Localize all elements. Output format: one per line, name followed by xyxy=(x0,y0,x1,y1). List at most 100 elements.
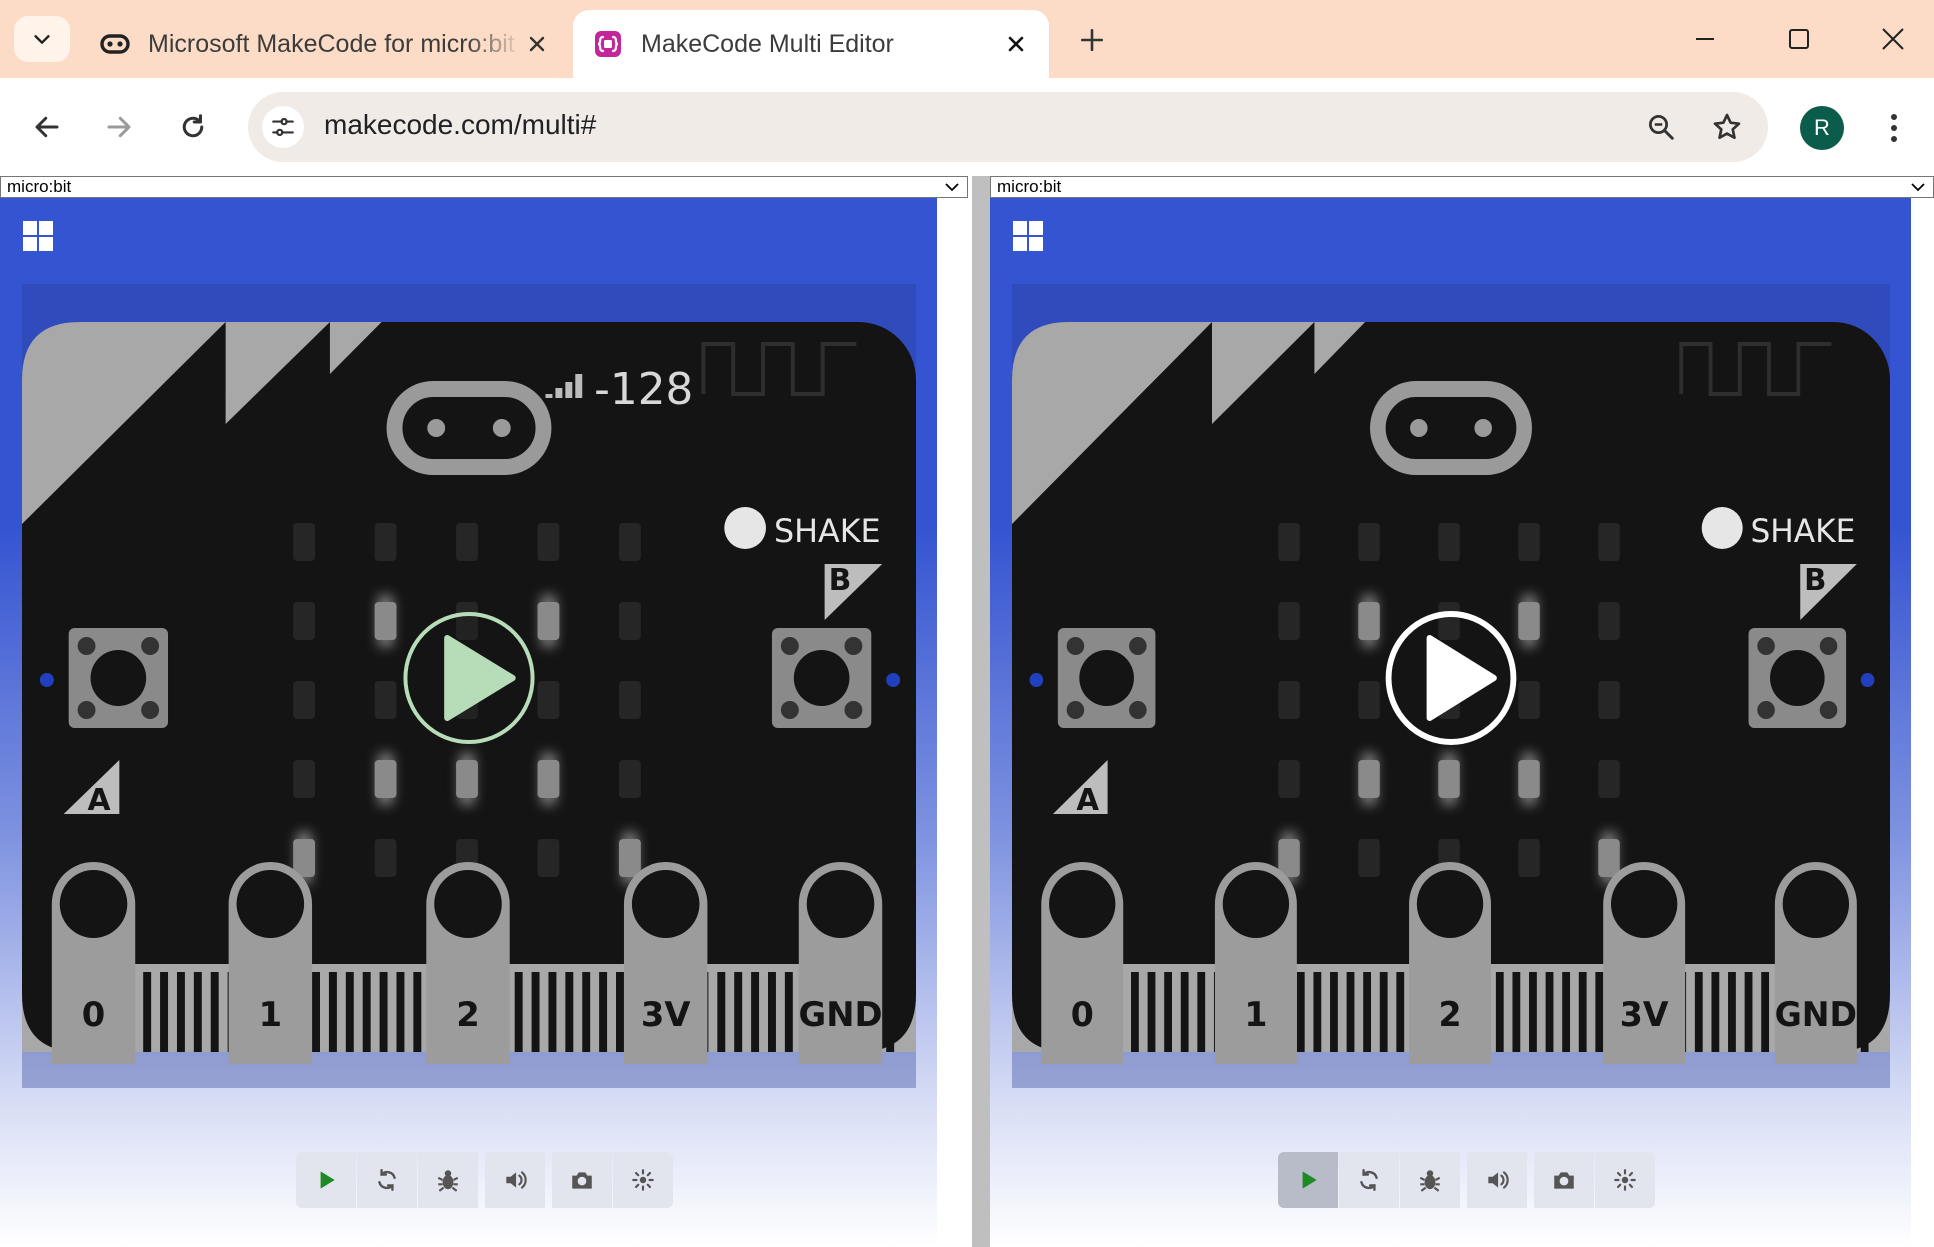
minimize-button[interactable] xyxy=(1680,18,1730,60)
mute-button[interactable] xyxy=(485,1152,545,1208)
edge-strip xyxy=(582,972,591,1052)
led-on xyxy=(1518,602,1540,640)
tab-search-button[interactable] xyxy=(14,16,70,62)
restart-button[interactable] xyxy=(357,1152,417,1208)
fullscreen-button[interactable] xyxy=(1595,1152,1655,1208)
led-off xyxy=(618,681,641,719)
maximize-button[interactable] xyxy=(1774,18,1824,60)
microbit-svg[interactable]: SHAKE A B 0 1 2 3V GND xyxy=(1012,284,1890,1088)
debug-icon xyxy=(437,1170,459,1192)
new-tab-button[interactable] xyxy=(1072,20,1112,60)
bookmark-star-icon[interactable] xyxy=(1706,106,1748,148)
zoom-icon[interactable] xyxy=(1640,106,1682,148)
pin-label: 0 xyxy=(82,995,105,1034)
debug-button[interactable] xyxy=(1400,1152,1460,1208)
tab-microbit[interactable]: Microsoft MakeCode for micro:bit xyxy=(80,10,570,78)
microbit-svg[interactable]: -128 SHAKE A B 0 1 2 3V GND xyxy=(22,284,916,1088)
pin-gnd[interactable]: GND xyxy=(1775,862,1858,1064)
edge-strip xyxy=(548,972,557,1052)
restart-icon xyxy=(378,1169,396,1191)
pane-splitter[interactable] xyxy=(972,176,990,1247)
more-menu-icon[interactable] xyxy=(1880,106,1908,150)
shake-indicator[interactable] xyxy=(1701,507,1743,549)
shake-indicator[interactable] xyxy=(724,507,767,549)
back-button[interactable] xyxy=(24,104,70,150)
forward-button[interactable] xyxy=(96,104,142,150)
pin-hole xyxy=(236,870,305,938)
edge-strip xyxy=(1180,972,1189,1052)
reload-button[interactable] xyxy=(170,104,216,150)
target-select-value: micro:bit xyxy=(997,177,1062,196)
close-icon[interactable] xyxy=(522,29,552,59)
pin-gnd[interactable]: GND xyxy=(799,862,883,1064)
screenshot-button[interactable] xyxy=(552,1152,612,1208)
window-close-button[interactable] xyxy=(1868,18,1918,60)
logo-eye xyxy=(1410,419,1428,437)
led-off xyxy=(1278,681,1300,719)
play-icon xyxy=(1302,1171,1317,1189)
restart-button[interactable] xyxy=(1339,1152,1399,1208)
windows-menu-icon[interactable] xyxy=(22,220,54,252)
led-off xyxy=(293,681,316,719)
button-a[interactable] xyxy=(1057,628,1156,728)
profile-avatar[interactable]: R xyxy=(1800,106,1844,150)
close-icon xyxy=(1882,28,1904,50)
fullscreen-icon xyxy=(1614,1169,1636,1191)
edge-strip xyxy=(514,972,523,1052)
pin-0[interactable]: 0 xyxy=(51,862,136,1064)
edge-strip xyxy=(1529,972,1537,1052)
led-off xyxy=(1518,681,1540,719)
microbit-board[interactable]: SHAKE A B 0 1 2 3V GND xyxy=(1012,284,1890,1088)
microbit-board[interactable]: -128 SHAKE A B 0 1 2 3V GND xyxy=(22,284,916,1088)
button-screw xyxy=(1757,701,1775,719)
button-screw xyxy=(141,701,160,719)
edge-strip xyxy=(345,972,354,1052)
edge-strip xyxy=(1545,972,1554,1052)
play-button[interactable] xyxy=(296,1152,356,1208)
pin-2[interactable]: 2 xyxy=(1409,862,1491,1064)
edge-strip xyxy=(565,972,574,1052)
pin-3v[interactable]: 3V xyxy=(1603,862,1686,1064)
button-b[interactable] xyxy=(771,628,872,728)
pin-0[interactable]: 0 xyxy=(1041,862,1124,1064)
mute-button[interactable] xyxy=(1467,1152,1527,1208)
pin-hole xyxy=(1610,870,1678,938)
screenshot-button[interactable] xyxy=(1534,1152,1594,1208)
address-bar[interactable]: makecode.com/multi# xyxy=(248,92,1768,162)
url-text[interactable]: makecode.com/multi# xyxy=(324,109,596,141)
tab-multi-editor[interactable]: MakeCode Multi Editor xyxy=(573,10,1049,78)
pin-label: GND xyxy=(799,995,883,1034)
button-screw xyxy=(1066,701,1085,719)
pin-3v[interactable]: 3V xyxy=(623,862,708,1064)
target-select[interactable]: micro:bit xyxy=(990,176,1934,198)
edge-strip xyxy=(751,972,760,1052)
windows-menu-icon[interactable] xyxy=(1012,220,1044,252)
simulator-pane-left: micro:bit -128 SHAKE A B 0 1 2 3V GND xyxy=(0,176,972,1247)
site-settings-icon[interactable] xyxy=(262,106,304,148)
target-select[interactable]: micro:bit xyxy=(0,176,968,198)
play-button[interactable] xyxy=(1278,1152,1338,1208)
pin-2[interactable]: 2 xyxy=(426,862,510,1064)
play-overlay-button[interactable] xyxy=(403,612,535,744)
mute-icon xyxy=(1488,1171,1509,1189)
pin-1[interactable]: 1 xyxy=(228,862,313,1064)
fullscreen-button[interactable] xyxy=(613,1152,673,1208)
led-on xyxy=(456,760,478,798)
button-b[interactable] xyxy=(1748,628,1847,728)
debug-button[interactable] xyxy=(418,1152,478,1208)
debug-icon xyxy=(1419,1170,1441,1192)
pin-1[interactable]: 1 xyxy=(1214,862,1297,1064)
pin-label: GND xyxy=(1775,995,1858,1034)
led-on xyxy=(374,602,397,640)
button-a[interactable] xyxy=(68,628,169,728)
edge-strip xyxy=(160,972,169,1052)
edge-strip xyxy=(1711,972,1720,1052)
close-icon[interactable] xyxy=(1001,29,1031,59)
edge-strip xyxy=(210,972,219,1052)
pin-hole xyxy=(1782,870,1850,938)
led-off xyxy=(618,760,641,798)
chevron-down-icon xyxy=(1911,183,1925,192)
screenshot-icon xyxy=(572,1172,592,1189)
edge-strip xyxy=(1578,972,1587,1052)
led-off xyxy=(1438,602,1460,640)
